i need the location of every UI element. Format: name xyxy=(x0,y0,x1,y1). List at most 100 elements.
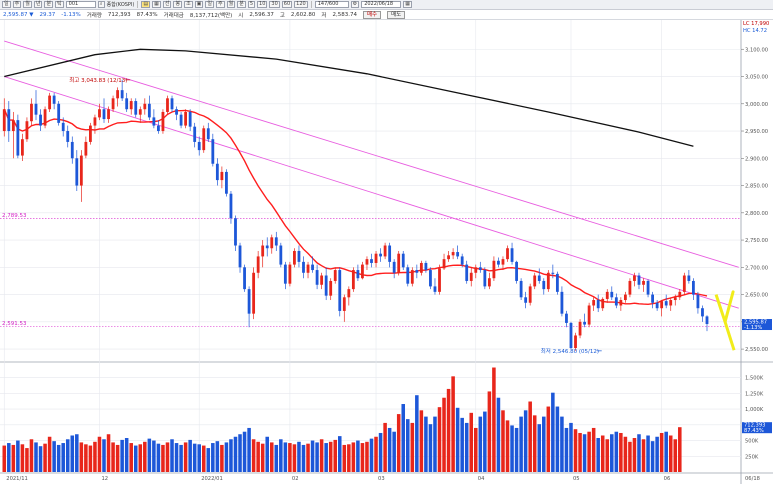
date-tick-label: 05 xyxy=(573,476,580,482)
candle-body xyxy=(465,264,469,281)
volume-bar xyxy=(328,441,333,472)
volume-bar xyxy=(619,432,623,472)
symbol-code-input[interactable]: 001 xyxy=(65,1,96,8)
volume-bar xyxy=(11,444,16,472)
candle-body xyxy=(261,245,265,257)
volume-bar xyxy=(356,440,360,472)
toolbar-tool-14[interactable]: 120 xyxy=(294,1,308,8)
volume-bar xyxy=(591,427,596,472)
price-tick-label: 3,100.00 xyxy=(745,47,768,53)
sell-button[interactable]: 매도 xyxy=(387,10,406,19)
candle-body xyxy=(660,301,664,309)
last-volume-pct-label: 87.43% xyxy=(744,428,764,434)
candle-body xyxy=(347,289,351,298)
toolbar-tool-1[interactable]: ▦ xyxy=(152,1,161,8)
volume-bar xyxy=(650,441,655,472)
toolbar-button-month[interactable]: 월 xyxy=(23,1,32,8)
toolbar-tool-4[interactable]: 조 xyxy=(184,1,193,8)
volume-bar xyxy=(523,410,528,472)
toolbar-tool-5[interactable]: ▣ xyxy=(194,1,204,8)
toolbar-button-year[interactable]: 년 xyxy=(33,1,43,8)
candle-body xyxy=(129,101,133,110)
volume-bar xyxy=(47,436,52,472)
volume-bar xyxy=(396,414,401,472)
extreme-annotation: 최저 2,546.80 (05/12) xyxy=(541,347,599,355)
volume-bar xyxy=(415,395,419,472)
candle-body xyxy=(247,289,251,314)
candle-body xyxy=(202,128,206,151)
candle-body xyxy=(451,252,455,256)
volume-bar xyxy=(256,441,260,472)
toolbar-tool-12[interactable]: 30 xyxy=(269,1,280,8)
toolbar-tool-10[interactable]: 5 xyxy=(247,1,256,8)
candle-body xyxy=(456,252,460,257)
candle-body xyxy=(161,111,165,132)
toolbar-tool-9[interactable]: 분 xyxy=(237,1,246,8)
candle-body xyxy=(52,95,56,104)
candle-body xyxy=(614,297,618,306)
volume-bar xyxy=(487,391,492,472)
candle-body xyxy=(687,275,691,281)
candle-body xyxy=(569,322,573,349)
settings-icon[interactable]: ⚙ xyxy=(350,1,360,8)
price-tick-label: 2,550.00 xyxy=(745,347,768,353)
candle-body xyxy=(125,98,129,110)
toolbar-tool-13[interactable]: 60 xyxy=(281,1,293,8)
toolbar-button-day[interactable]: 일 xyxy=(2,1,11,8)
toolbar-button-tick[interactable]: 틱 xyxy=(55,1,64,8)
price-chart: 3,100.00 3,050.00 3,000.00 2,950.00 2,900.00… xyxy=(0,20,773,484)
candle-body xyxy=(474,267,478,273)
volume-bar xyxy=(365,441,369,472)
toolbar-tool-0[interactable]: ▤ xyxy=(141,1,151,8)
candle-body xyxy=(193,126,197,142)
candle-body xyxy=(206,128,210,140)
calendar-icon[interactable]: ▦ xyxy=(403,1,412,8)
volume-bar xyxy=(315,442,319,472)
buy-button[interactable]: 매수 xyxy=(362,10,382,19)
toolbar-tool-8[interactable]: 월 xyxy=(226,1,236,8)
volume-bar xyxy=(65,439,70,472)
candle-body xyxy=(542,280,546,290)
volume-bar xyxy=(242,431,247,472)
toolbar-tool-7[interactable]: 주 xyxy=(216,1,225,8)
volume-bar xyxy=(424,416,428,472)
volume-bar xyxy=(646,435,650,472)
volume-bar xyxy=(324,443,328,472)
toolbar-tool-2[interactable]: 선 xyxy=(162,1,172,8)
candle-body xyxy=(43,109,47,126)
toolbar-tool-11[interactable]: 10 xyxy=(257,1,268,8)
search-icon[interactable]: ⌕ xyxy=(97,1,105,8)
volume-bar xyxy=(469,412,474,472)
candle-body xyxy=(302,261,305,273)
candle-body xyxy=(274,237,278,246)
volume-bar xyxy=(614,431,619,472)
volume-pct: 87.43% xyxy=(136,11,158,18)
volume-bar xyxy=(297,441,301,472)
date-input[interactable]: 2022/06/18 xyxy=(361,1,402,8)
candle-body xyxy=(11,120,15,132)
toolbar-button-minute[interactable]: 분 xyxy=(44,1,54,8)
candle-body xyxy=(356,270,360,279)
candle-body xyxy=(39,114,42,126)
candle-body xyxy=(351,270,355,290)
toolbar-button-week[interactable]: 주 xyxy=(12,1,22,8)
candle-body xyxy=(234,218,237,246)
price-tick-label: 2,800.00 xyxy=(745,211,768,217)
volume-tick-label: 1,500K xyxy=(745,376,764,382)
volume-bar xyxy=(673,439,678,472)
toolbar-tool-3[interactable]: 봉 xyxy=(173,1,183,8)
candle-body xyxy=(48,95,52,110)
volume-bar xyxy=(288,443,292,472)
amount-value: 8,137,712(백만) xyxy=(189,12,233,19)
candle-body xyxy=(25,121,29,140)
low-value: 2,583.74 xyxy=(332,11,357,18)
candle-body xyxy=(370,259,373,263)
candle-body xyxy=(379,253,382,257)
volume-bar xyxy=(401,404,406,472)
volume-bar xyxy=(106,434,111,472)
count-display[interactable]: 147/600 xyxy=(314,1,349,8)
volume-bar xyxy=(419,410,424,472)
toolbar-tool-6[interactable]: 일 xyxy=(205,1,215,8)
candle-body xyxy=(256,256,260,273)
volume-bar xyxy=(201,445,206,472)
